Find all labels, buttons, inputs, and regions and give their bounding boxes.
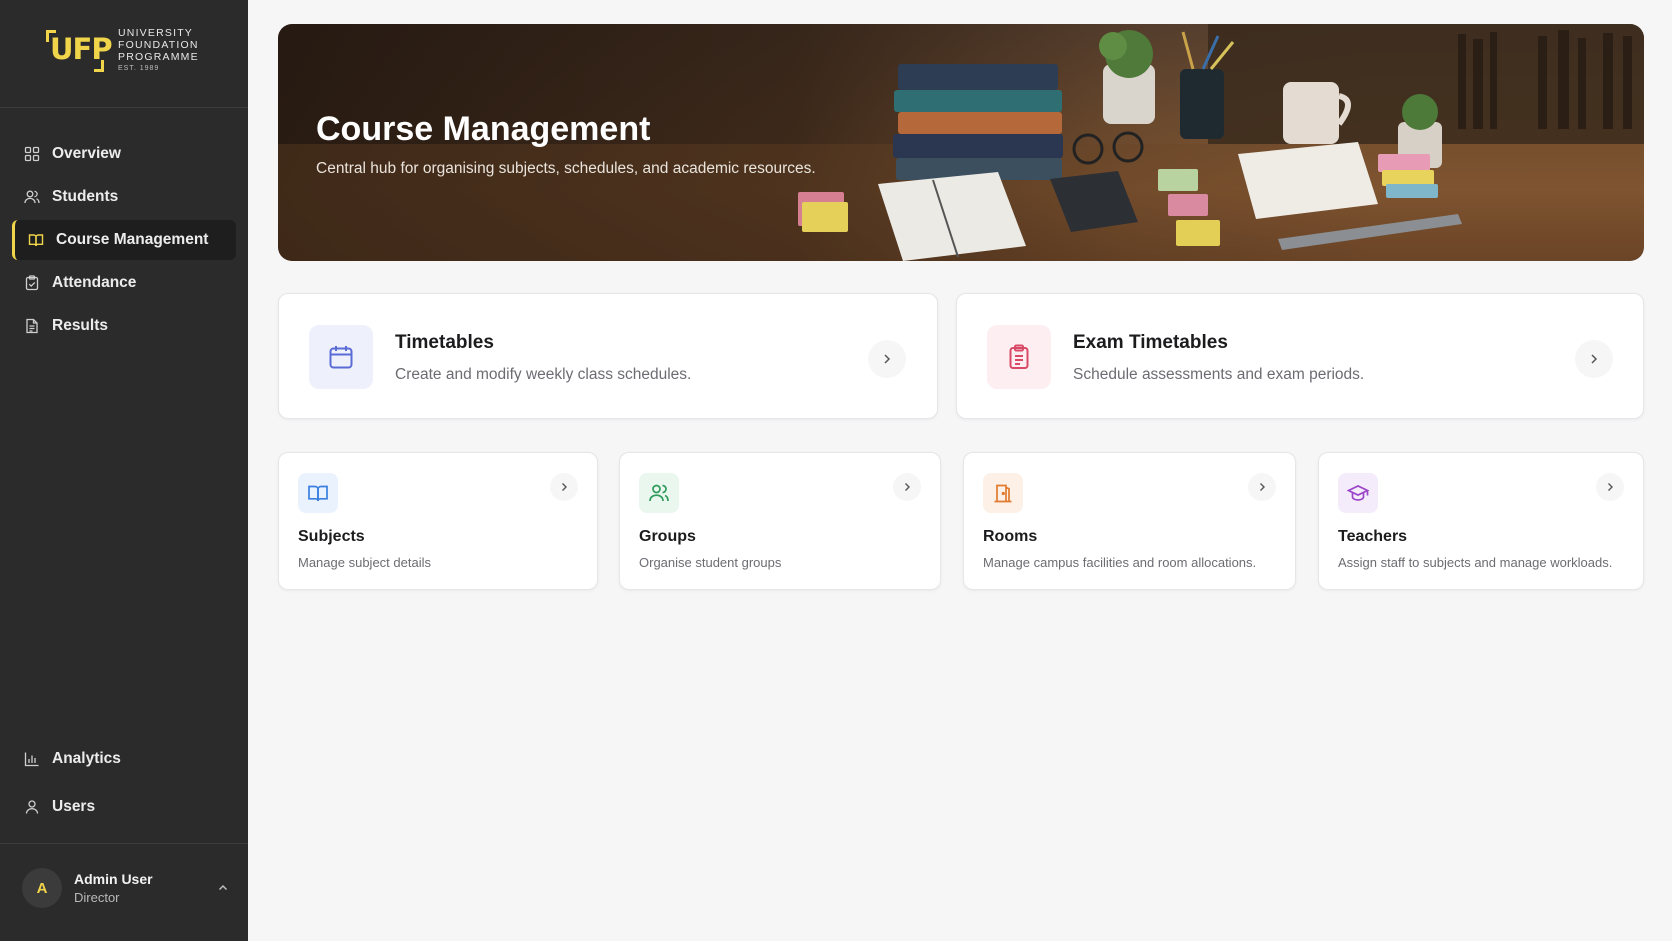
card-description: Schedule assessments and exam periods. <box>1073 366 1365 383</box>
sidebar-item-analytics[interactable]: Analytics <box>12 739 236 779</box>
sidebar-item-label: Analytics <box>52 750 121 767</box>
ufp-logo-mark: UFP <box>44 26 113 74</box>
logo-letters: UFP <box>50 32 113 66</box>
avatar: A <box>22 868 62 908</box>
students-icon <box>24 189 40 205</box>
graduation-cap-icon <box>1338 473 1378 513</box>
sidebar: UFP UNIVERSITY FOUNDATION PROGRAMME EST.… <box>0 0 248 941</box>
hero-banner: Course Management Central hub for organi… <box>278 24 1644 261</box>
chevron-up-icon[interactable] <box>216 881 230 895</box>
page-subtitle: Central hub for organising subjects, sch… <box>316 160 816 177</box>
sidebar-item-label: Results <box>52 317 108 334</box>
user-role: Director <box>74 890 120 905</box>
brand-line-1: UNIVERSITY <box>118 27 194 39</box>
bar-chart-icon <box>24 751 40 767</box>
user-name: Admin User <box>74 871 153 887</box>
book-open-icon <box>28 232 44 248</box>
chevron-right-icon[interactable] <box>1596 473 1624 501</box>
sidebar-item-label: Attendance <box>52 274 137 291</box>
timetables-card[interactable]: Timetables Create and modify weekly clas… <box>278 293 938 419</box>
card-title: Subjects <box>298 528 365 545</box>
chevron-right-icon[interactable] <box>550 473 578 501</box>
chevron-right-icon[interactable] <box>1248 473 1276 501</box>
sidebar-item-users[interactable]: Users <box>12 787 236 827</box>
teachers-card[interactable]: Teachers Assign staff to subjects and ma… <box>1318 452 1644 590</box>
sidebar-item-attendance[interactable]: Attendance <box>12 263 236 303</box>
card-description: Organise student groups <box>639 555 782 570</box>
brand-est: EST. 1989 <box>118 65 160 72</box>
page-title: Course Management <box>316 110 651 148</box>
sidebar-item-results[interactable]: Results <box>12 306 236 346</box>
sidebar-item-overview[interactable]: Overview <box>12 134 236 174</box>
user-profile-menu[interactable]: A Admin User Director <box>22 868 230 908</box>
grid-icon <box>24 146 40 162</box>
clipboard-check-icon <box>24 275 40 291</box>
card-title: Timetables <box>395 332 494 353</box>
card-description: Assign staff to subjects and manage work… <box>1338 555 1613 570</box>
card-title: Teachers <box>1338 528 1408 545</box>
sidebar-divider-bottom <box>0 843 248 844</box>
sidebar-item-label: Course Management <box>56 231 209 248</box>
sidebar-item-label: Overview <box>52 145 121 162</box>
sidebar-item-label: Students <box>52 188 119 205</box>
door-icon <box>983 473 1023 513</box>
card-title: Groups <box>639 528 696 545</box>
book-icon <box>298 473 338 513</box>
card-description: Manage campus facilities and room alloca… <box>983 555 1257 570</box>
sidebar-nav: Overview Students Course Management Atte… <box>12 134 236 349</box>
exam-timetables-card[interactable]: Exam Timetables Schedule assessments and… <box>956 293 1644 419</box>
calendar-icon <box>309 325 373 389</box>
sidebar-item-students[interactable]: Students <box>12 177 236 217</box>
chevron-right-icon[interactable] <box>893 473 921 501</box>
sidebar-bottom-nav: Analytics Users <box>12 739 236 830</box>
subjects-card[interactable]: Subjects Manage subject details <box>278 452 598 590</box>
card-title: Exam Timetables <box>1073 332 1228 353</box>
brand-line-3: PROGRAMME <box>118 51 199 63</box>
groups-card[interactable]: Groups Organise student groups <box>619 452 941 590</box>
sidebar-item-course-management[interactable]: Course Management <box>12 220 236 260</box>
rooms-card[interactable]: Rooms Manage campus facilities and room … <box>963 452 1296 590</box>
user-icon <box>24 799 40 815</box>
chevron-right-icon[interactable] <box>1575 340 1613 378</box>
chevron-right-icon[interactable] <box>868 340 906 378</box>
brand-line-2: FOUNDATION <box>118 39 199 51</box>
card-title: Rooms <box>983 528 1038 545</box>
document-icon <box>24 318 40 334</box>
clipboard-list-icon <box>987 325 1051 389</box>
brand-logo[interactable]: UFP UNIVERSITY FOUNDATION PROGRAMME EST.… <box>44 26 199 75</box>
brand-text: UNIVERSITY FOUNDATION PROGRAMME EST. 198… <box>118 26 199 75</box>
sidebar-item-label: Users <box>52 798 96 815</box>
sidebar-divider-top <box>0 107 248 108</box>
users-icon <box>639 473 679 513</box>
card-description: Manage subject details <box>298 555 431 570</box>
card-description: Create and modify weekly class schedules… <box>395 366 692 383</box>
